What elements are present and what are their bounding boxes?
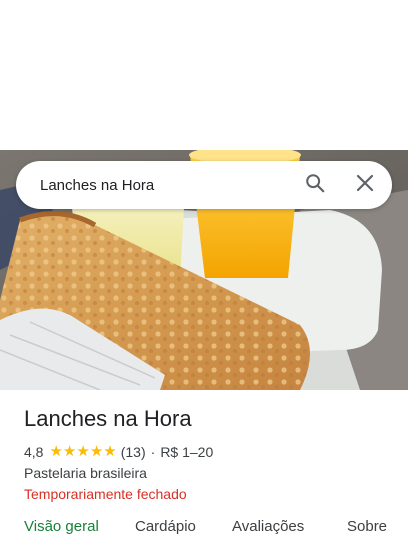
search-button[interactable] (295, 165, 335, 205)
star-icon: ★ (49, 443, 63, 460)
search-input[interactable]: Lanches na Hora (16, 177, 295, 194)
star-icon: ★ (62, 443, 77, 460)
tab-menu[interactable]: Cardápio (135, 518, 196, 535)
price-range: R$ 1–20 (160, 444, 214, 460)
close-button[interactable] (345, 165, 385, 205)
separator: · (150, 444, 156, 460)
star-icon: ★ (89, 443, 104, 460)
place-title: Lanches na Hora (24, 406, 192, 431)
tab-overview[interactable]: Visão geral (24, 518, 99, 535)
rating-row[interactable]: 4,8 ★ ★ ★ ★ ★ (13) · R$ 1–20 (24, 442, 394, 462)
star-icon: ★ (103, 443, 117, 460)
review-count[interactable]: (13) (121, 442, 146, 462)
tab-about[interactable]: Sobre (347, 518, 387, 535)
star-rating: ★ ★ ★ ★ ★ (49, 443, 116, 461)
tab-reviews[interactable]: Avaliações (232, 518, 304, 535)
place-info: Lanches na Hora 4,8 ★ ★ ★ ★ ★ (13) · R$ … (24, 404, 394, 504)
star-icon: ★ (76, 443, 90, 460)
close-icon (356, 174, 374, 197)
tab-bar: Visão geral Cardápio Avaliações Sobre (0, 518, 408, 540)
status-badge: Temporariamente fechado (24, 486, 187, 502)
search-icon (304, 172, 326, 199)
search-bar[interactable]: Lanches na Hora (16, 161, 392, 209)
rating-value: 4,8 (24, 444, 44, 460)
place-category[interactable]: Pastelaria brasileira (24, 463, 394, 483)
